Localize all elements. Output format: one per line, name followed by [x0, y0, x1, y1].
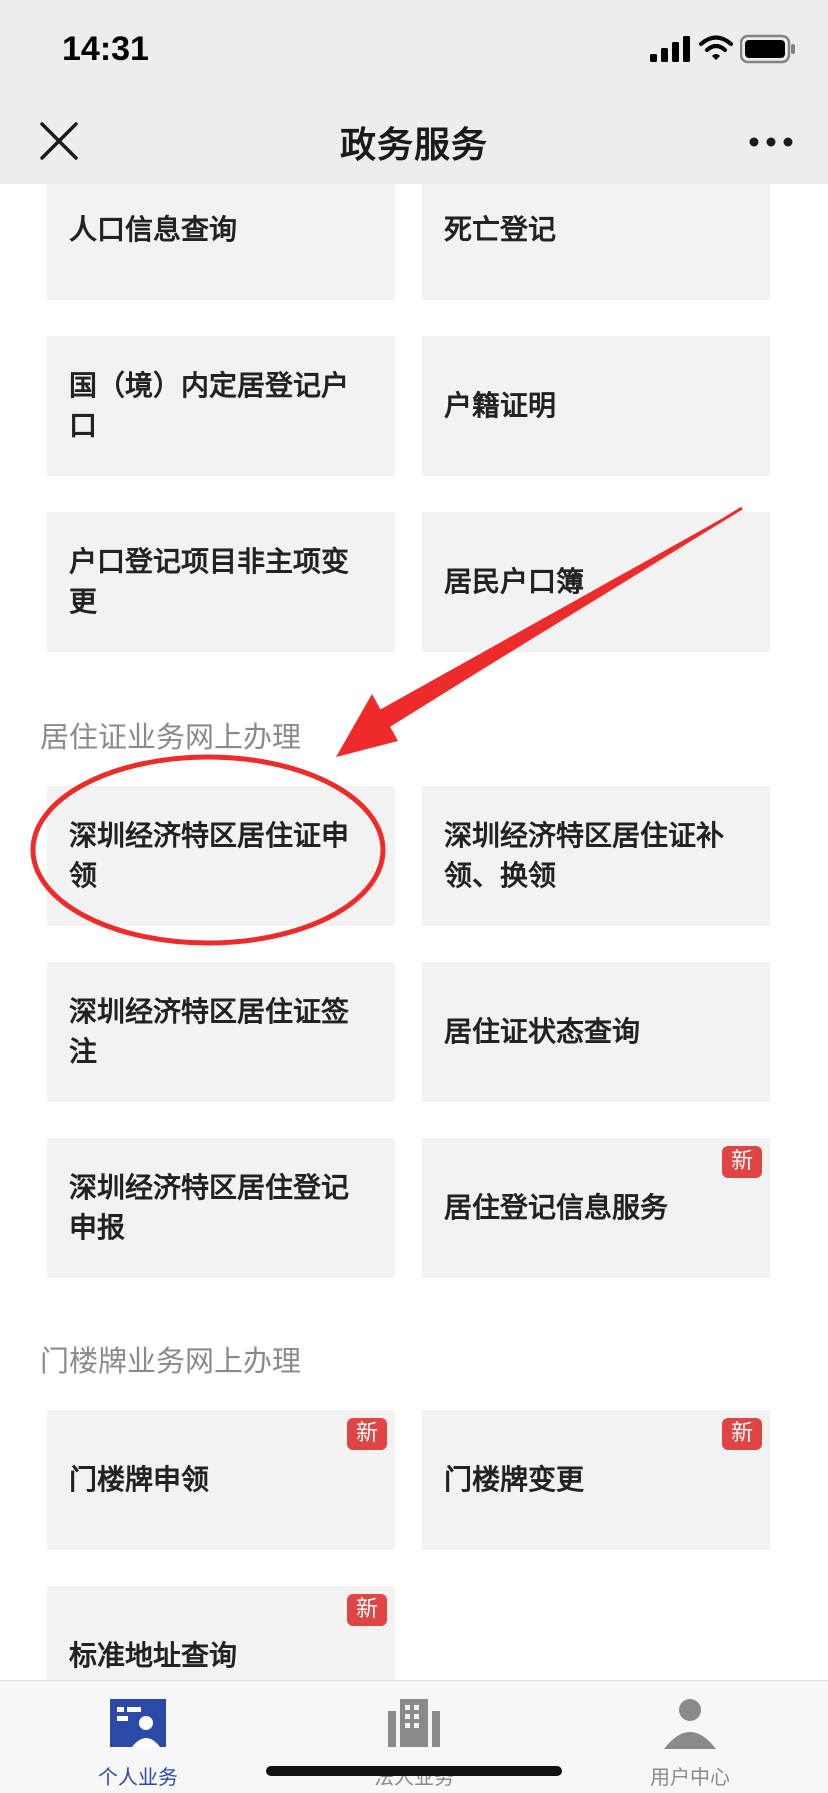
tile-label: 居住证状态查询: [444, 1015, 641, 1048]
new-badge: 新: [722, 1418, 762, 1450]
tab-personal[interactable]: 个人业务: [38, 1681, 238, 1793]
tab-label: 个人业务: [98, 1765, 178, 1789]
tile-label: 深圳经济特区居住证签注: [69, 995, 350, 1068]
tile-label: 深圳经济特区居住登记申报: [69, 1171, 350, 1244]
service-tile-household-certificate[interactable]: 户籍证明: [422, 336, 770, 476]
new-badge: 新: [347, 1418, 387, 1450]
status-bar: 14:31: [0, 0, 828, 100]
service-tile-death-registration[interactable]: 死亡登记: [422, 184, 770, 300]
service-tile-residence-permit-status[interactable]: 居住证状态查询: [422, 962, 770, 1102]
tile-label: 人口信息查询: [69, 213, 238, 246]
nav-bar: 政务服务: [0, 100, 828, 184]
service-tile-residence-info-service[interactable]: 居住登记信息服务 新: [422, 1138, 770, 1278]
signal-icon: [650, 36, 690, 62]
service-tile-residence-permit-apply[interactable]: 深圳经济特区居住证申领: [47, 786, 395, 926]
battery-icon: [740, 34, 795, 64]
tile-label: 深圳经济特区居住证补领、换领: [444, 819, 725, 892]
tile-label: 标准地址查询: [69, 1639, 238, 1672]
status-time: 14:31: [62, 30, 149, 68]
section-title-doorplate: 门楼牌业务网上办理: [40, 1344, 302, 1378]
service-tile-household-booklet[interactable]: 居民户口簿: [422, 512, 770, 652]
home-indicator: [266, 1766, 562, 1776]
service-tile-doorplate-apply[interactable]: 门楼牌申领 新: [47, 1410, 395, 1550]
tab-label: 用户中心: [650, 1765, 730, 1789]
tile-label: 户籍证明: [444, 389, 557, 422]
wifi-icon: [699, 35, 733, 60]
tab-bar: 个人业务 法人业务 用户中心: [0, 1680, 828, 1793]
new-badge: 新: [722, 1146, 762, 1178]
service-tile-residence-permit-reissue[interactable]: 深圳经济特区居住证补领、换领: [422, 786, 770, 926]
service-tile-registration-change[interactable]: 户口登记项目非主项变更: [47, 512, 395, 652]
building-icon: [388, 1699, 440, 1747]
personal-id-card-icon: [110, 1699, 166, 1747]
service-tile-standard-address-query[interactable]: 标准地址查询 新: [47, 1586, 395, 1680]
service-list[interactable]: 人口信息查询 死亡登记 国（境）内定居登记户口 户籍证明 户口登记项目非主项变更…: [0, 184, 828, 1680]
tile-label: 国（境）内定居登记户口: [69, 369, 350, 442]
tile-label: 居住登记信息服务: [444, 1191, 669, 1224]
service-tile-domestic-settlement[interactable]: 国（境）内定居登记户口: [47, 336, 395, 476]
service-tile-residence-permit-endorse[interactable]: 深圳经济特区居住证签注: [47, 962, 395, 1102]
service-tile-population-query[interactable]: 人口信息查询: [47, 184, 395, 300]
tile-label: 死亡登记: [444, 213, 557, 246]
tile-label: 深圳经济特区居住证申领: [69, 819, 350, 892]
page-title: 政务服务: [339, 125, 488, 166]
more-icon[interactable]: [746, 124, 796, 160]
new-badge: 新: [347, 1594, 387, 1626]
tile-label: 门楼牌变更: [444, 1463, 585, 1496]
service-tile-doorplate-change[interactable]: 门楼牌变更 新: [422, 1410, 770, 1550]
service-tile-residence-registration[interactable]: 深圳经济特区居住登记申报: [47, 1138, 395, 1278]
tab-user-center[interactable]: 用户中心: [590, 1681, 790, 1793]
user-icon: [664, 1699, 716, 1749]
tile-label: 门楼牌申领: [69, 1463, 210, 1496]
tile-label: 户口登记项目非主项变更: [69, 545, 350, 618]
tab-corporate[interactable]: 法人业务: [314, 1681, 514, 1793]
tile-label: 居民户口簿: [444, 565, 585, 598]
section-title-residence: 居住证业务网上办理: [40, 720, 302, 754]
